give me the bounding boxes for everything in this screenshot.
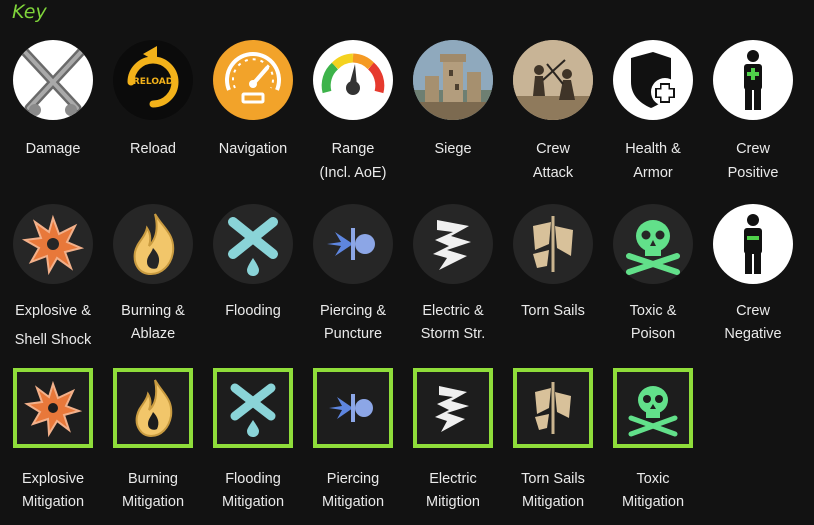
- label-burning-mitigation-line2: Mitigation: [121, 494, 185, 510]
- crossed-cannons-icon: [13, 40, 93, 120]
- label-range: Range: [331, 141, 375, 157]
- label-flooding-mitigation: Flooding: [225, 471, 281, 487]
- label-electric-line2: Storm Str.: [420, 326, 486, 342]
- label-piercing-mitigation: Piercing: [326, 471, 380, 487]
- castle-icon: [413, 40, 493, 120]
- swordfight-icon: [513, 40, 593, 120]
- flame-icon: [113, 204, 193, 284]
- label-crew-attack-line2: Attack: [532, 165, 574, 181]
- speedometer-icon: [213, 40, 293, 120]
- label-torn-sails-mitigation-line2: Mitigation: [521, 494, 585, 510]
- label-toxic-line2: Poison: [630, 326, 676, 342]
- reload-icon-text: RELOAD: [133, 77, 173, 87]
- torn-sail-icon: [513, 368, 593, 448]
- label-crew-negative-line2: Negative: [724, 326, 782, 342]
- lightning-icon: [413, 368, 493, 448]
- lightning-icon: [413, 204, 493, 284]
- label-flooding: Flooding: [225, 303, 281, 319]
- shield-plus-icon: [613, 40, 693, 120]
- label-crew-positive-line2: Positive: [727, 165, 779, 181]
- label-piercing-line2: Puncture: [323, 326, 383, 342]
- person-minus-icon: [713, 204, 793, 284]
- person-plus-icon: [713, 40, 793, 120]
- reload-icon: RELOAD: [113, 40, 193, 120]
- explosion-icon: [13, 368, 93, 448]
- label-crew-attack: Crew: [536, 141, 570, 157]
- label-piercing: Piercing &: [319, 303, 387, 319]
- key-title: Key: [12, 1, 47, 23]
- label-toxic-mitigation-line2: Mitigation: [621, 494, 685, 510]
- label-crew-positive: Crew: [736, 141, 770, 157]
- label-explosive-mitigation-line2: Mitigation: [21, 494, 85, 510]
- label-torn-sails-mitigation: Torn Sails: [521, 471, 585, 487]
- explosion-icon: [13, 204, 93, 284]
- label-health-armor: Health &: [625, 141, 681, 157]
- label-range-line2: (Incl. AoE): [319, 165, 387, 181]
- label-explosive-line2: Shell Shock: [14, 332, 92, 348]
- label-electric: Electric &: [422, 303, 484, 319]
- label-piercing-mitigation-line2: Mitigation: [321, 494, 385, 510]
- label-siege: Siege: [434, 141, 472, 157]
- label-burning-line2: Ablaze: [130, 326, 176, 342]
- skull-crossbones-icon: [613, 368, 693, 448]
- label-electric-mitigation-line2: Mitigtion: [426, 494, 480, 510]
- label-reload: Reload: [130, 141, 176, 157]
- torn-sail-icon: [513, 204, 593, 284]
- label-explosive: Explosive &: [15, 303, 91, 319]
- range-gauge-icon: [313, 40, 393, 120]
- label-burning-mitigation: Burning: [128, 471, 178, 487]
- label-toxic-mitigation: Toxic: [636, 471, 670, 487]
- label-damage: Damage: [25, 141, 81, 157]
- label-crew-negative: Crew: [736, 303, 770, 319]
- piercing-shot-icon: [313, 204, 393, 284]
- label-torn-sails: Torn Sails: [521, 303, 585, 319]
- piercing-shot-icon: [313, 368, 393, 448]
- skull-crossbones-icon: [613, 204, 693, 284]
- label-explosive-mitigation: Explosive: [21, 471, 85, 487]
- label-flooding-mitigation-line2: Mitigation: [221, 494, 285, 510]
- flame-icon: [113, 368, 193, 448]
- label-electric-mitigation: Electric: [429, 471, 477, 487]
- label-burning: Burning &: [121, 303, 185, 319]
- label-toxic: Toxic &: [629, 303, 677, 319]
- water-drop-cross-icon: [213, 204, 293, 284]
- water-drop-cross-icon: [213, 368, 293, 448]
- label-health-armor-line2: Armor: [633, 165, 673, 181]
- label-navigation: Navigation: [218, 141, 288, 157]
